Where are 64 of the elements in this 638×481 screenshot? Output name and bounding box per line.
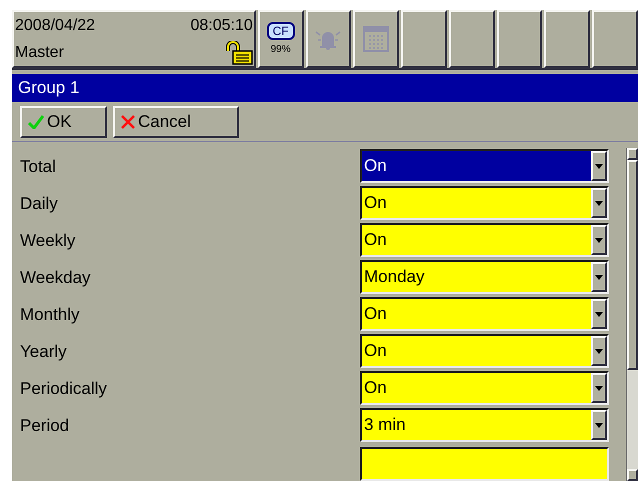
caret-icon: [595, 348, 603, 354]
dropdown-arrow-button[interactable]: [591, 410, 607, 440]
caret-icon: [595, 312, 603, 317]
dropdown-value: 3 min: [363, 414, 407, 436]
card-label: CF: [266, 22, 295, 40]
cancel-button[interactable]: Cancel: [113, 106, 239, 138]
empty-slot: [544, 10, 590, 68]
dropdown-field[interactable]: 3 min: [360, 408, 609, 442]
memory-card-button[interactable]: CF 99%: [258, 10, 304, 68]
dropdown-value: Monday: [363, 266, 426, 288]
scroll-up-button[interactable]: [627, 148, 638, 160]
dropdown-field[interactable]: On: [360, 223, 609, 258]
caret-icon: [595, 238, 603, 243]
card-usage-text: 99%: [270, 42, 291, 56]
dropdown-field[interactable]: On: [360, 334, 609, 368]
alarm-button[interactable]: [306, 10, 352, 68]
group-title-bar: Group 1: [12, 74, 638, 102]
time-text: 08:05:10: [190, 16, 253, 36]
scroll-down-button[interactable]: [627, 469, 638, 481]
caret-icon: [595, 274, 603, 280]
user-text: Master: [15, 43, 64, 63]
empty-slot: [448, 10, 495, 68]
dropdown-field[interactable]: On: [360, 297, 609, 332]
dropdown-arrow-button[interactable]: [591, 225, 607, 256]
empty-slot: [592, 10, 638, 68]
setting-label: Period: [19, 414, 70, 437]
dropdown-value: On: [363, 155, 388, 178]
close-icon: [121, 114, 135, 128]
dropdown-value: On: [363, 377, 388, 400]
dropdown-arrow-button[interactable]: [591, 262, 607, 292]
dropdown-value: On: [363, 229, 388, 252]
dropdown-field[interactable]: Monday: [360, 260, 609, 294]
empty-slot: [401, 10, 447, 68]
dropdown-arrow-button[interactable]: [591, 151, 607, 182]
log-button[interactable]: [353, 10, 400, 68]
scrollbar[interactable]: [626, 148, 638, 481]
setting-label: Total: [19, 156, 57, 178]
dropdown-value: On: [363, 303, 388, 326]
caret-icon: [595, 200, 603, 206]
dropdown-field[interactable]: [360, 446, 609, 481]
dropdown-arrow-button[interactable]: [591, 299, 607, 330]
caret-icon: [595, 386, 603, 391]
setting-label: Monthly: [19, 304, 81, 326]
setting-label: Daily: [19, 192, 59, 215]
date-text: 2008/04/22: [15, 16, 96, 36]
scroll-thumb[interactable]: [627, 160, 638, 370]
ok-button[interactable]: OK: [20, 106, 107, 138]
empty-slot: [496, 10, 542, 68]
setting-label: Weekday: [19, 266, 92, 289]
setting-label: Periodically: [19, 378, 108, 400]
caret-icon: [595, 422, 603, 428]
dropdown-value: On: [363, 340, 388, 362]
setting-label: Weekly: [19, 230, 76, 252]
setting-label: Yearly: [19, 340, 68, 363]
dropdown-arrow-button[interactable]: [591, 188, 607, 218]
dropdown-field[interactable]: On: [360, 186, 609, 220]
caret-icon: [595, 164, 603, 169]
check-icon: [28, 114, 44, 128]
dropdown-arrow-button[interactable]: [591, 373, 607, 404]
dropdown-field[interactable]: On: [360, 149, 609, 184]
dropdown-arrow-button[interactable]: [591, 336, 607, 366]
calendar-icon: [362, 25, 390, 53]
dropdown-field[interactable]: On: [360, 371, 609, 406]
dropdown-value: On: [363, 192, 388, 214]
